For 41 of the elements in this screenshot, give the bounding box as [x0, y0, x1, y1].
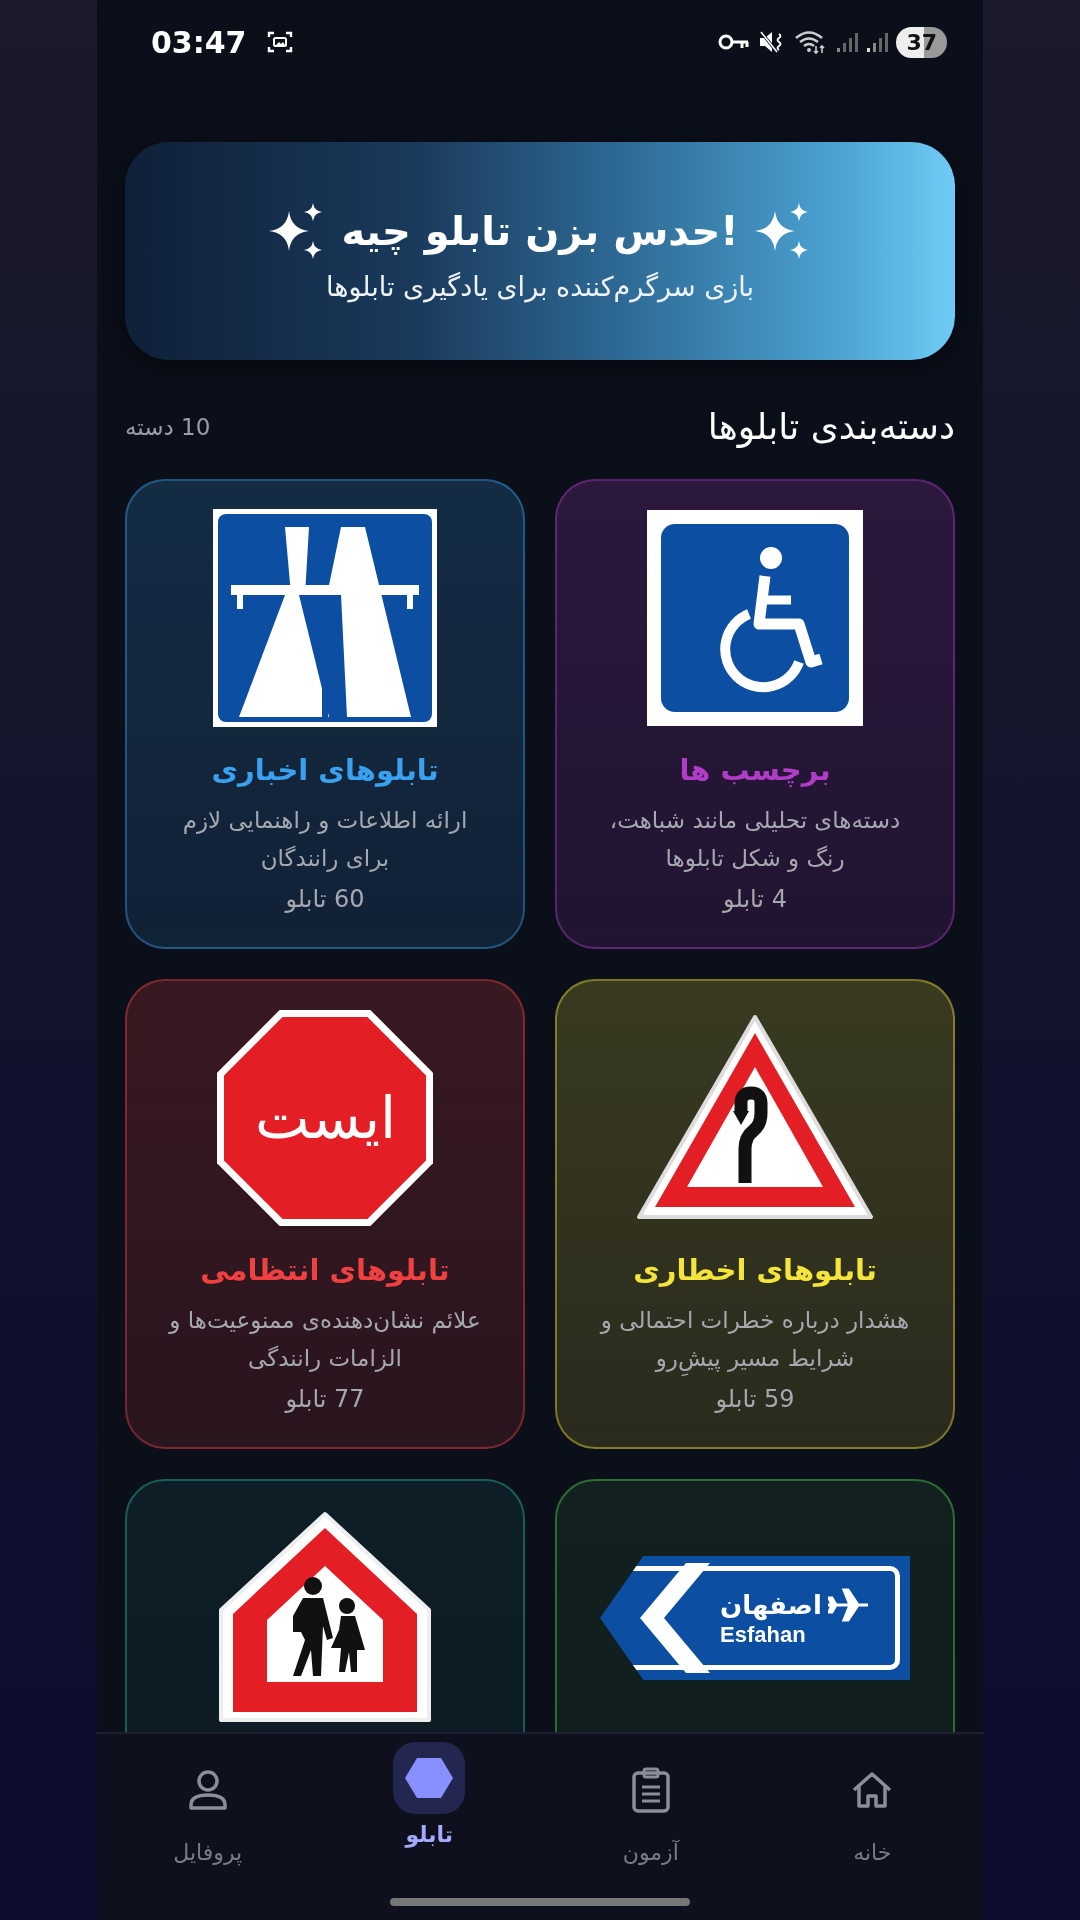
- airplane-icon: [827, 1588, 868, 1622]
- category-card[interactable]: تابلوهای اخباری ارائه اطلاعات و راهنمایی لازم برای رانندگان 60 تابلو: [125, 479, 525, 949]
- category-title: تابلوهای اخباری: [211, 753, 439, 787]
- section-title: دسته‌بندی تابلوها: [707, 406, 955, 447]
- sign-text: اصفهان: [720, 1590, 822, 1620]
- nav-tab[interactable]: پروفایل: [132, 1742, 283, 1865]
- signal-icon: [866, 31, 889, 53]
- category-card[interactable]: تابلوهای اخطاری هشدار درباره خطرات احتمالی و شرایط مسیر پیشِ‌رو 59 تابلو: [555, 979, 955, 1449]
- category-count: 10 دسته: [125, 413, 211, 440]
- category-description: ارائه اطلاعات و راهنمایی لازم برای رانندگان: [181, 806, 469, 874]
- battery-indicator: 37: [896, 26, 947, 58]
- sign-count: 59 تابلو: [715, 1385, 795, 1413]
- banner[interactable]: !حدس بزن تابلو چیه بازی سرگرم‌کننده برای یادگیری تابلوها: [125, 142, 955, 360]
- category-title: تابلوهای انتظامی: [200, 1253, 450, 1287]
- chevron-icon: [640, 1563, 710, 1673]
- sign-count: 77 تابلو: [285, 1385, 365, 1413]
- sign-count: 4 تابلو: [723, 885, 787, 913]
- category-title: تابلوهای اخطاری: [633, 1253, 877, 1287]
- sign-text: ایست: [254, 1084, 396, 1152]
- category-card[interactable]: ایست تابلوهای انتظامی علائم نشان‌دهنده‌ی ممنوعیت‌ها و الزامات رانندگی 77 تابلو: [125, 979, 525, 1449]
- signal-icon: [836, 31, 859, 53]
- key-icon: [718, 33, 751, 51]
- nav-tab[interactable]: آزمون: [575, 1742, 726, 1865]
- category-description: هشدار درباره خطرات احتمالی و شرایط مسیر پیشِ‌رو: [595, 1301, 915, 1377]
- hexagon-icon: [405, 1757, 454, 1799]
- user-icon: [187, 1769, 228, 1811]
- category-description: علائم نشان‌دهنده‌ی ممنوعیت‌ها و الزامات رانندگی: [167, 1306, 482, 1374]
- sign-text: Esfahan: [720, 1622, 806, 1648]
- banner-title: !حدس بزن تابلو چیه: [341, 207, 739, 254]
- motorway-sign-icon: [213, 509, 437, 727]
- sign-count: 60 تابلو: [285, 885, 365, 913]
- clipboard-icon: [630, 1767, 671, 1813]
- banner-subtitle: بازی سرگرم‌کننده برای یادگیری تابلوها: [325, 270, 755, 302]
- wheelchair-sign-icon: [647, 510, 863, 726]
- category-card[interactable]: برچسب ها دسته‌های تحلیلی مانند شباهت، رنگ و شکل تابلوها 4 تابلو: [555, 479, 955, 949]
- category-title: برچسب ها: [679, 753, 831, 787]
- nav-tab[interactable]: تابلو: [354, 1742, 505, 1865]
- screenshot-icon: [266, 30, 293, 54]
- nav-tab[interactable]: خانه: [797, 1742, 948, 1865]
- status-time: 03:47: [151, 24, 247, 60]
- category-description: دسته‌های تحلیلی مانند شباهت، رنگ و شکل تابلوها: [608, 806, 902, 874]
